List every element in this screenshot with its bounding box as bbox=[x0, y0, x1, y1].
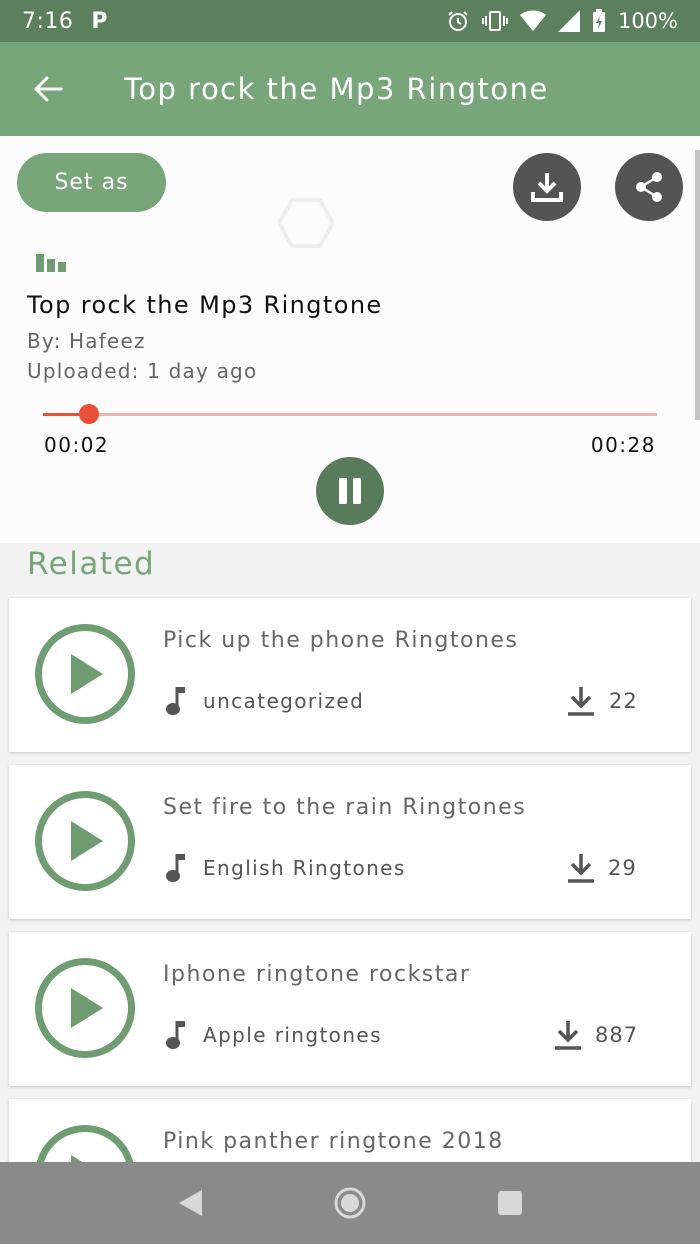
related-item-category: Apple ringtones bbox=[203, 1023, 382, 1047]
parking-notification-icon: P bbox=[91, 8, 108, 34]
download-button[interactable] bbox=[513, 153, 581, 221]
music-note-icon bbox=[166, 854, 185, 882]
related-item-name: Pick up the phone Ringtones bbox=[163, 628, 519, 653]
triangle-back-icon bbox=[179, 1190, 202, 1216]
related-item[interactable]: Set fire to the rain Ringtones English R… bbox=[9, 765, 691, 919]
battery-icon bbox=[592, 9, 605, 32]
square-recents-icon bbox=[498, 1191, 522, 1215]
arrow-left-icon bbox=[34, 76, 63, 102]
related-item[interactable]: Pick up the phone Ringtones uncategorize… bbox=[9, 598, 691, 752]
page-title: Top rock the Mp3 Ringtone bbox=[124, 72, 549, 106]
scroll-indicator bbox=[695, 150, 700, 420]
player-panel: Set as Top rock the Mp3 Ringtone By: Haf… bbox=[0, 136, 700, 543]
download-count: 29 bbox=[608, 856, 637, 880]
share-icon bbox=[636, 172, 662, 202]
download-count-icon bbox=[568, 687, 594, 716]
status-bar: 7:16 P 100% bbox=[0, 0, 700, 42]
signal-icon bbox=[557, 10, 580, 32]
equalizer-icon bbox=[36, 254, 66, 272]
track-title: Top rock the Mp3 Ringtone bbox=[27, 291, 383, 319]
download-icon bbox=[531, 173, 563, 202]
system-nav-bar bbox=[0, 1162, 700, 1244]
play-icon bbox=[71, 821, 103, 861]
battery-percent: 100% bbox=[617, 9, 678, 33]
seek-bar[interactable] bbox=[43, 404, 657, 424]
download-count: 22 bbox=[609, 689, 638, 713]
hexagon-decoration bbox=[278, 198, 334, 248]
download-count-icon bbox=[568, 854, 594, 883]
status-icons: 100% bbox=[446, 9, 678, 33]
related-item-name: Iphone ringtone rockstar bbox=[163, 962, 471, 987]
related-heading: Related bbox=[27, 546, 156, 582]
play-button[interactable] bbox=[35, 624, 135, 724]
play-icon bbox=[71, 654, 103, 694]
related-item-name: Set fire to the rain Ringtones bbox=[163, 795, 527, 820]
download-count-icon bbox=[555, 1021, 581, 1050]
current-time: 00:02 bbox=[44, 433, 110, 457]
play-button[interactable] bbox=[35, 958, 135, 1058]
nav-home-button[interactable] bbox=[320, 1173, 380, 1233]
seek-thumb[interactable] bbox=[79, 404, 100, 424]
nav-recents-button[interactable] bbox=[480, 1173, 540, 1233]
download-count: 887 bbox=[595, 1023, 639, 1047]
related-item-category: uncategorized bbox=[203, 689, 365, 713]
music-note-icon bbox=[166, 687, 185, 715]
play-button[interactable] bbox=[35, 791, 135, 891]
track-uploaded: Uploaded: 1 day ago bbox=[27, 359, 258, 383]
play-icon bbox=[71, 988, 103, 1028]
status-time: 7:16 bbox=[22, 8, 74, 34]
related-item-category: English Ringtones bbox=[203, 856, 406, 880]
pause-icon bbox=[339, 478, 361, 504]
wifi-icon bbox=[519, 10, 546, 31]
alarm-icon bbox=[448, 11, 468, 31]
nav-back-button[interactable] bbox=[160, 1173, 220, 1233]
share-button[interactable] bbox=[615, 153, 683, 221]
pause-button[interactable] bbox=[316, 457, 384, 525]
app-bar: Top rock the Mp3 Ringtone bbox=[0, 42, 700, 136]
music-note-icon bbox=[166, 1021, 185, 1049]
total-time: 00:28 bbox=[590, 433, 656, 457]
related-item-name: Pink panther ringtone 2018 bbox=[163, 1129, 504, 1154]
set-as-button[interactable]: Set as bbox=[17, 153, 166, 212]
back-button[interactable] bbox=[0, 42, 96, 136]
related-item[interactable]: Iphone ringtone rockstar Apple ringtones… bbox=[9, 932, 691, 1086]
circle-home-icon bbox=[334, 1187, 366, 1219]
vibrate-icon bbox=[481, 11, 508, 31]
track-author: By: Hafeez bbox=[27, 329, 146, 353]
